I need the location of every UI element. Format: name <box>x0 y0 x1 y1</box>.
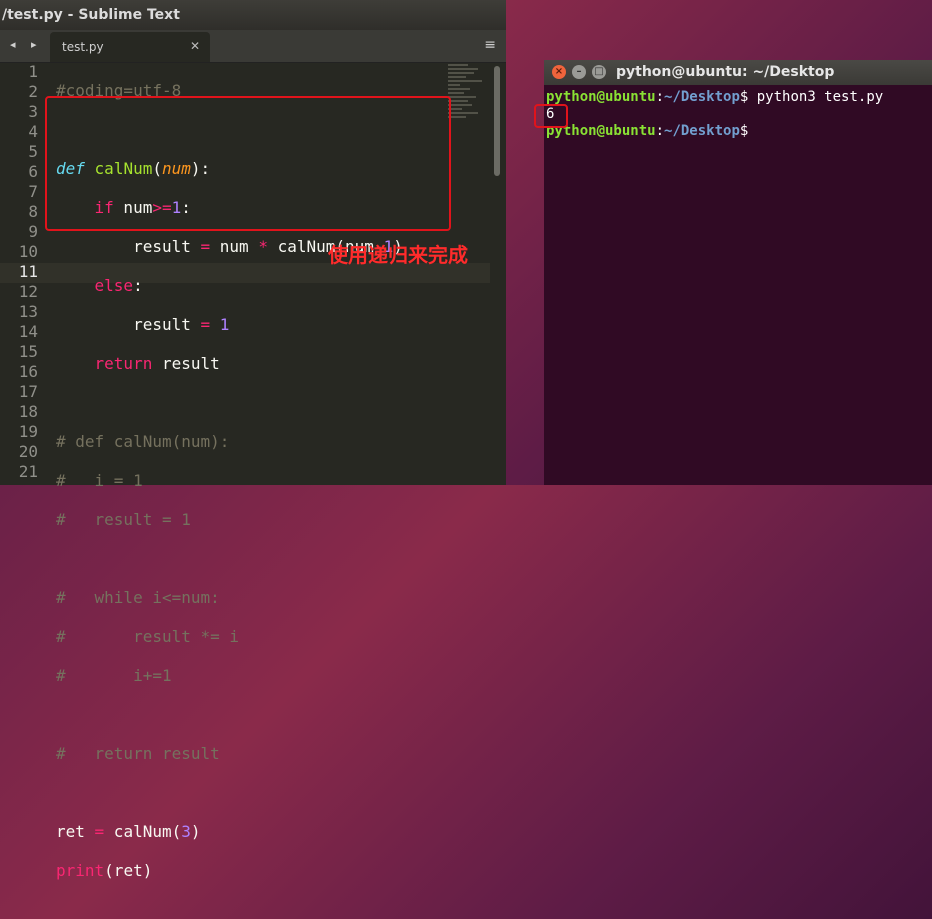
terminal-window[interactable]: × – □ python@ubuntu: ~/Desktop python@ub… <box>544 60 932 485</box>
line-number: 7 <box>28 182 38 201</box>
terminal-title: python@ubuntu: ~/Desktop <box>616 64 835 80</box>
output-highlight-box <box>534 104 568 128</box>
code-line: else: <box>94 276 143 295</box>
code-line: print(ret) <box>56 861 153 880</box>
line-number: 9 <box>28 222 38 241</box>
terminal-titlebar: × – □ python@ubuntu: ~/Desktop <box>544 60 932 85</box>
line-number: 17 <box>18 382 38 401</box>
line-number: 16 <box>18 362 38 381</box>
minimap[interactable] <box>448 62 490 202</box>
vertical-scrollbar[interactable] <box>494 66 500 176</box>
line-number: 12 <box>18 282 38 301</box>
line-number: 4 <box>28 122 38 141</box>
recursive-code-highlight-box <box>45 96 451 231</box>
line-number: 11 <box>18 262 38 281</box>
line-number: 18 <box>18 402 38 421</box>
prompt-symbol: $ <box>739 123 749 139</box>
line-number: 21 <box>18 462 38 481</box>
code-line: # result = 1 <box>56 510 191 529</box>
line-number: 3 <box>28 102 38 121</box>
prompt-path: ~/Desktop <box>664 123 740 139</box>
line-number: 19 <box>18 422 38 441</box>
window-title: /test.py - Sublime Text <box>0 0 506 30</box>
maximize-window-icon[interactable]: □ <box>592 65 606 79</box>
prompt-user: python@ubuntu <box>546 89 656 105</box>
line-number-gutter: 1 2 3 4 5 6 7 8 9 10 11 12 13 14 15 16 17 18 19 20 21 <box>0 62 48 482</box>
line-number: 20 <box>18 442 38 461</box>
sublime-window: /test.py - Sublime Text ◂ ▸ test.py ✕ ≡ … <box>0 0 506 880</box>
close-icon[interactable]: ✕ <box>190 39 200 53</box>
code-line: # result *= i <box>56 627 240 646</box>
tab-label: test.py <box>62 40 104 54</box>
line-number: 13 <box>18 302 38 321</box>
annotation-text: 使用递归来完成 <box>328 243 468 267</box>
line-number: 15 <box>18 342 38 361</box>
terminal-line: 6 <box>546 106 930 123</box>
line-number: 10 <box>18 242 38 261</box>
code-line: ret = calNum(3) <box>56 822 201 841</box>
code-line: # i+=1 <box>56 666 172 685</box>
code-line: result = 1 <box>56 315 230 334</box>
prompt-separator: : <box>655 89 665 105</box>
code-line: return result <box>94 354 220 373</box>
minimize-window-icon[interactable]: – <box>572 65 586 79</box>
terminal-line: python@ubuntu:~/Desktop$ <box>546 123 930 140</box>
prompt-path: ~/Desktop <box>664 89 740 105</box>
code-line: # i = 1 <box>56 471 143 490</box>
code-line: # return result <box>56 744 220 763</box>
code-line: # def calNum(num): <box>56 432 230 451</box>
close-window-icon[interactable]: × <box>552 65 566 79</box>
terminal-command: python3 test.py <box>748 89 884 105</box>
line-number: 6 <box>28 162 38 181</box>
terminal-output[interactable]: python@ubuntu:~/Desktop$ python3 test.py… <box>544 85 932 144</box>
terminal-line: python@ubuntu:~/Desktop$ python3 test.py <box>546 89 930 106</box>
code-line: # while i<=num: <box>56 588 220 607</box>
prompt-separator: : <box>655 123 665 139</box>
tab-bar: ◂ ▸ test.py ✕ ≡ <box>0 30 506 63</box>
line-number: 14 <box>18 322 38 341</box>
tab-nav-arrows-icon[interactable]: ◂ ▸ <box>10 38 43 51</box>
line-number: 5 <box>28 142 38 161</box>
line-number: 1 <box>28 62 38 81</box>
menu-icon[interactable]: ≡ <box>484 37 496 53</box>
line-number: 8 <box>28 202 38 221</box>
line-number: 2 <box>28 82 38 101</box>
tab-test-py[interactable]: test.py ✕ <box>50 32 210 62</box>
